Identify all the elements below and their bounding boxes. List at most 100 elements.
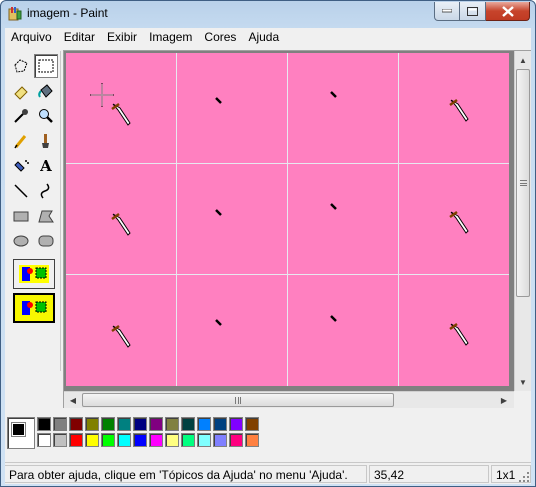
color-swatch[interactable] (133, 433, 147, 447)
close-button[interactable] (486, 2, 530, 21)
polygon-icon (38, 210, 54, 223)
text-tool[interactable]: A (34, 154, 58, 178)
vertical-scroll-thumb[interactable] (516, 69, 530, 297)
title-bar[interactable]: imagem - Paint (1, 1, 535, 27)
pencil-icon (14, 135, 27, 149)
color-swatch[interactable] (117, 417, 131, 431)
maximize-button[interactable] (460, 2, 486, 21)
brush-icon (42, 134, 49, 148)
text-icon: A (40, 157, 52, 175)
color-swatch[interactable] (69, 433, 83, 447)
client-area: A ▲ ▼ ◀ ▶ (5, 47, 531, 462)
color-swatch[interactable] (181, 417, 195, 431)
grip-icon (235, 396, 241, 404)
free-form-select-icon (14, 59, 28, 73)
scroll-down-button[interactable]: ▼ (515, 374, 531, 390)
airbrush-icon (14, 160, 29, 172)
menu-cores[interactable]: Cores (198, 28, 242, 47)
scroll-left-button[interactable]: ◀ (65, 392, 81, 408)
color-swatch[interactable] (53, 433, 67, 447)
menu-ajuda[interactable]: Ajuda (242, 28, 285, 47)
color-swatch[interactable] (213, 433, 227, 447)
menu-editar[interactable]: Editar (58, 28, 101, 47)
sword-sprite-icon (111, 102, 131, 126)
color-picker-tool[interactable] (9, 104, 33, 128)
scroll-corner (514, 391, 531, 408)
grid-line (287, 53, 288, 386)
vertical-scrollbar[interactable]: ▲ ▼ (514, 51, 531, 392)
paint-app-icon (8, 7, 22, 21)
toolbox: A (6, 51, 61, 371)
foreground-color[interactable] (11, 422, 26, 437)
color-swatch[interactable] (213, 417, 227, 431)
color-swatch[interactable] (117, 433, 131, 447)
curve-icon (40, 183, 50, 199)
dagger-sprite-icon (215, 97, 222, 104)
color-swatch[interactable] (133, 417, 147, 431)
scroll-up-button[interactable]: ▲ (515, 52, 531, 68)
fill-bucket-tool[interactable] (34, 79, 58, 103)
color-swatch[interactable] (149, 433, 163, 447)
ellipse-tool[interactable] (9, 229, 33, 253)
color-swatch[interactable] (197, 417, 211, 431)
grip-icon (519, 180, 527, 186)
menu-arquivo[interactable]: Arquivo (5, 28, 58, 47)
rectangle-tool[interactable] (9, 204, 33, 228)
opaque-selection-icon (19, 265, 49, 283)
color-swatch[interactable] (149, 417, 163, 431)
color-swatch[interactable] (37, 433, 51, 447)
fill-bucket-icon (38, 84, 53, 98)
window-title: imagem - Paint (27, 6, 108, 20)
dagger-sprite-icon (215, 209, 222, 216)
resize-grip-icon[interactable] (518, 471, 530, 483)
color-swatch[interactable] (229, 417, 243, 431)
dagger-sprite-icon (330, 203, 337, 210)
color-swatch[interactable] (165, 433, 179, 447)
line-icon (14, 184, 28, 198)
minimize-button[interactable] (434, 2, 460, 21)
current-colors[interactable] (7, 417, 35, 449)
arrow-left-icon: ◀ (69, 395, 77, 405)
magnifier-tool[interactable] (34, 104, 58, 128)
airbrush-tool[interactable] (9, 154, 33, 178)
horizontal-scrollbar[interactable]: ◀ ▶ (64, 391, 514, 408)
color-swatch[interactable] (85, 417, 99, 431)
menu-imagem[interactable]: Imagem (143, 28, 198, 47)
eraser-tool[interactable] (9, 79, 33, 103)
menu-bar: Arquivo Editar Exibir Imagem Cores Ajuda (5, 28, 531, 47)
rounded-rect-icon (38, 235, 54, 247)
color-swatch[interactable] (101, 433, 115, 447)
drawing-canvas[interactable] (66, 53, 509, 386)
menu-exibir[interactable]: Exibir (101, 28, 143, 47)
color-swatch[interactable] (69, 417, 83, 431)
curve-tool[interactable] (34, 179, 58, 203)
color-swatch[interactable] (245, 417, 259, 431)
sword-sprite-icon (449, 210, 469, 234)
rounded-rect-tool[interactable] (34, 229, 58, 253)
line-tool[interactable] (9, 179, 33, 203)
polygon-tool[interactable] (34, 204, 58, 228)
color-swatch[interactable] (181, 433, 195, 447)
color-swatch[interactable] (245, 433, 259, 447)
rect-select-tool[interactable] (34, 54, 58, 78)
color-swatch[interactable] (165, 417, 179, 431)
paint-window: imagem - Paint Arquivo Editar Exibir Ima… (0, 0, 536, 487)
color-swatch[interactable] (53, 417, 67, 431)
scroll-right-button[interactable]: ▶ (496, 392, 512, 408)
free-form-select-tool[interactable] (9, 54, 33, 78)
transparent-off-option[interactable] (13, 259, 55, 289)
color-palette (5, 413, 531, 461)
color-swatch[interactable] (197, 433, 211, 447)
status-help-text: Para obter ajuda, clique em 'Tópicos da … (5, 465, 367, 483)
rectangle-icon (13, 211, 29, 222)
transparent-on-option[interactable] (13, 293, 55, 323)
color-swatch[interactable] (37, 417, 51, 431)
horizontal-scroll-thumb[interactable] (82, 393, 394, 407)
magnifier-icon (39, 109, 53, 123)
color-swatch[interactable] (85, 433, 99, 447)
color-swatch[interactable] (101, 417, 115, 431)
grid-line (398, 53, 399, 386)
brush-tool[interactable] (34, 129, 58, 153)
pencil-tool[interactable] (9, 129, 33, 153)
color-swatch[interactable] (229, 433, 243, 447)
